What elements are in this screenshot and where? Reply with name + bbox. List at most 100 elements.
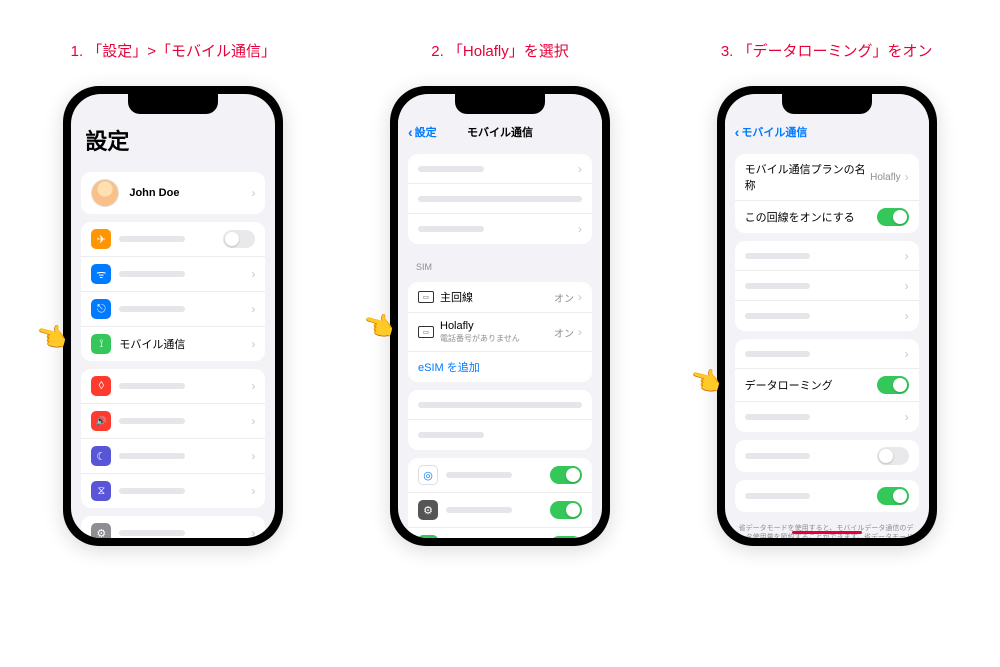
screentime-icon: ⧖ [91, 481, 111, 501]
app-toggle[interactable] [550, 466, 582, 484]
airplane-icon: ✈ [91, 229, 111, 249]
plan-name-value: Holafly [870, 172, 901, 183]
chevron-right-icon: › [251, 186, 255, 200]
list-item[interactable]: › [735, 241, 919, 271]
data-roaming-label: データローミング [745, 377, 877, 393]
placeholder [745, 453, 811, 459]
profile-row[interactable]: John Doe › [81, 172, 265, 214]
notif-group: ◊ › 🔊 › ☾ › ⧖ [81, 369, 265, 508]
wifi-row[interactable]: ᯤ › [81, 257, 265, 292]
app-toggle[interactable] [550, 501, 582, 519]
plan-name-row[interactable]: モバイル通信プランの名称 Holafly › [735, 154, 919, 201]
chevron-right-icon: › [578, 162, 582, 176]
roaming-toggle[interactable] [877, 376, 909, 394]
toggle[interactable] [877, 447, 909, 465]
nav-title: モバイル通信 [467, 124, 533, 140]
focus-row[interactable]: ☾ › [81, 439, 265, 474]
bluetooth-row[interactable]: ⎋ › [81, 292, 265, 327]
roaming-group: › データローミング › [735, 339, 919, 432]
back-button[interactable]: ‹設定 [408, 124, 437, 140]
list-item[interactable]: › [408, 154, 592, 184]
step-2: 2. 「Holafly」を選択 👉 ‹設定 モバイル通信 › › SIM ▭ [347, 40, 654, 546]
list-item[interactable]: › [735, 339, 919, 369]
placeholder [119, 383, 185, 389]
list-item[interactable]: › [735, 402, 919, 432]
pointer-hand-icon: 👉 [686, 362, 725, 400]
list-item[interactable] [408, 390, 592, 420]
chevron-left-icon: ‹ [408, 124, 413, 140]
list-item[interactable]: › [735, 271, 919, 301]
app-row[interactable]: ▣ [408, 528, 592, 538]
placeholder [119, 236, 185, 242]
app-row[interactable]: ◎ [408, 458, 592, 493]
g2a: › › [408, 154, 592, 244]
chevron-right-icon: › [251, 414, 255, 428]
toggle[interactable] [877, 487, 909, 505]
chevron-right-icon: › [578, 222, 582, 236]
home-indicator[interactable] [792, 531, 862, 534]
notch [455, 94, 545, 114]
chevron-right-icon: › [251, 267, 255, 281]
airplane-row[interactable]: ✈ [81, 222, 265, 257]
screentime-row[interactable]: ⧖ › [81, 474, 265, 508]
add-esim-label: eSIM を追加 [418, 359, 480, 375]
chevron-right-icon: › [905, 279, 909, 293]
data-roaming-row[interactable]: データローミング [735, 369, 919, 402]
sounds-row[interactable]: 🔊 › [81, 404, 265, 439]
step-1-title: 1. 「設定」>「モバイル通信」 [71, 40, 276, 61]
back-button[interactable]: ‹モバイル通信 [735, 124, 808, 140]
list-item[interactable]: › [735, 301, 919, 331]
settings-icon: ⚙ [418, 500, 438, 520]
screen-3: ‹モバイル通信 モバイル通信プランの名称 Holafly › この回線をオンにす… [725, 94, 929, 538]
placeholder [745, 253, 811, 259]
app-toggle[interactable] [550, 536, 582, 538]
airplane-toggle[interactable] [223, 230, 255, 248]
sim-icon: ▭ [418, 291, 434, 303]
sim-section-label: SIM [398, 252, 602, 274]
chevron-right-icon: › [251, 337, 255, 351]
profile-name: John Doe [129, 187, 251, 199]
list-item[interactable] [735, 480, 919, 512]
chevron-right-icon: › [578, 290, 582, 304]
sim-primary-label: 主回線 [440, 289, 554, 305]
back-label: 設定 [415, 124, 437, 140]
phone-1: 👉 設定 John Doe › ✈ [63, 86, 283, 546]
placeholder [418, 432, 484, 438]
placeholder [418, 226, 484, 232]
list-item[interactable] [408, 420, 592, 450]
notch [782, 94, 872, 114]
g3b [735, 440, 919, 472]
safari-icon: ◎ [418, 465, 438, 485]
add-esim-row[interactable]: eSIM を追加 [408, 352, 592, 382]
placeholder [119, 453, 185, 459]
list-item[interactable] [735, 440, 919, 472]
general-icon: ⚙ [91, 523, 111, 538]
sim-primary-row[interactable]: ▭ 主回線 オン › [408, 282, 592, 313]
sim-holafly-state: オン [554, 325, 574, 340]
app-icon: ▣ [418, 535, 438, 538]
sim-holafly-row[interactable]: ▭ Holafly 電話番号がありません オン › [408, 313, 592, 352]
placeholder [119, 271, 185, 277]
phone-3: 👉 ‹モバイル通信 モバイル通信プランの名称 Holafly › この回線をオン… [717, 86, 937, 546]
general-row[interactable]: ⚙ › [81, 516, 265, 538]
app-row[interactable]: ⚙ [408, 493, 592, 528]
placeholder [745, 414, 811, 420]
placeholder [446, 507, 512, 513]
turn-on-line-row[interactable]: この回線をオンにする [735, 201, 919, 233]
list-item[interactable]: › [408, 214, 592, 244]
g3c [735, 480, 919, 512]
list-item[interactable] [408, 184, 592, 214]
placeholder [418, 196, 582, 202]
placeholder [119, 418, 185, 424]
placeholder [745, 313, 811, 319]
sounds-icon: 🔊 [91, 411, 111, 431]
g3a: › › › [735, 241, 919, 331]
chevron-right-icon: › [905, 309, 909, 323]
navbar-3: ‹モバイル通信 [725, 118, 929, 146]
cellular-row[interactable]: ⟟ モバイル通信 › [81, 327, 265, 361]
wifi-icon: ᯤ [91, 264, 111, 284]
placeholder [745, 351, 811, 357]
avatar [91, 179, 119, 207]
line-toggle[interactable] [877, 208, 909, 226]
notifications-row[interactable]: ◊ › [81, 369, 265, 404]
